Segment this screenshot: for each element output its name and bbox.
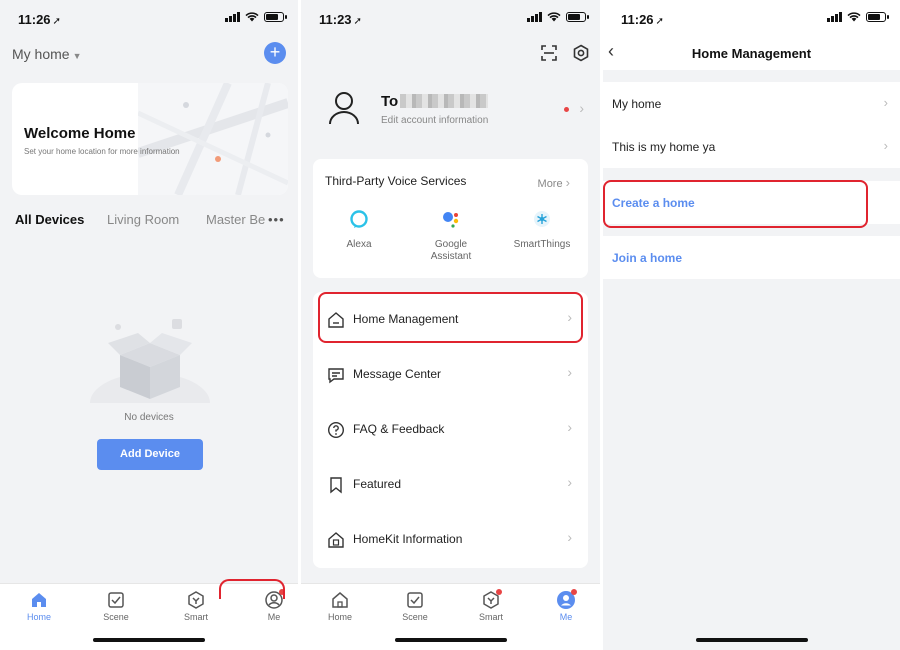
status-icons [527, 12, 589, 22]
navigation-bar: ‹ Home Management [603, 36, 900, 70]
home-icon [32, 593, 46, 607]
wifi-icon [847, 12, 861, 22]
tab-smart[interactable]: Smart [166, 590, 226, 622]
status-time: 11:26 ➚ [18, 12, 61, 27]
notification-dot [571, 589, 577, 595]
service-smartthings[interactable]: SmartThings [497, 209, 587, 251]
smartthings-icon [534, 211, 550, 227]
tab-scene[interactable]: Scene [86, 590, 146, 622]
add-plus-button[interactable]: + [264, 42, 286, 64]
voice-services-card: Third-Party Voice Services More › Alexa … [313, 159, 588, 278]
page-title: Home Management [691, 46, 812, 61]
empty-box-illustration [90, 319, 210, 403]
tab-home[interactable]: Home [9, 590, 69, 622]
status-icons [827, 12, 889, 22]
home-selector[interactable]: My home ▼ [12, 46, 82, 62]
service-alexa[interactable]: Alexa [314, 209, 404, 251]
welcome-title: Welcome Home [24, 125, 136, 142]
top-actions [540, 44, 590, 62]
join-home-section: Join a home [603, 236, 900, 279]
battery-icon [566, 12, 589, 22]
help-icon [327, 421, 345, 439]
map-illustration [138, 83, 288, 195]
tab-home[interactable]: Home [310, 590, 370, 622]
signal-icon [225, 12, 240, 22]
menu-faq-feedback[interactable]: FAQ & Feedback › [313, 402, 588, 457]
battery-icon [264, 12, 287, 22]
chevron-right-icon: › [567, 419, 572, 435]
status-icons [225, 12, 287, 22]
chevron-right-icon: › [567, 364, 572, 380]
tab-master-bedroom[interactable]: Master Be [206, 212, 265, 227]
scene-icon [407, 592, 423, 608]
status-bar: 11:23 ➚ [301, 0, 600, 38]
google-assistant-icon [443, 212, 459, 228]
voice-more-link[interactable]: More › [538, 175, 570, 190]
status-bar: 11:26 ➚ [0, 0, 298, 38]
wifi-icon [547, 12, 561, 22]
homes-list: My home › This is my home ya › [603, 82, 900, 168]
service-google-assistant[interactable]: Google Assistant [406, 209, 496, 263]
scan-icon[interactable] [540, 44, 558, 62]
status-bar: 11:26 ➚ [603, 0, 900, 38]
account-profile[interactable]: To Edit account information › [301, 72, 600, 152]
join-home-button[interactable]: Join a home [603, 236, 900, 279]
menu-homekit-information[interactable]: HomeKit Information › [313, 512, 588, 567]
avatar-icon [329, 92, 359, 125]
battery-icon [866, 12, 889, 22]
me-icon [556, 589, 577, 610]
tab-all-devices[interactable]: All Devices [15, 212, 84, 227]
settings-icon[interactable] [572, 44, 590, 62]
tab-me[interactable]: Me [536, 589, 596, 622]
menu-featured[interactable]: Featured › [313, 457, 588, 512]
welcome-card[interactable]: Welcome Home Set your home location for … [12, 83, 288, 195]
chevron-right-icon: › [567, 529, 572, 545]
home-screen: 11:26 ➚ My home ▼ + Welcome Home Set your … [0, 0, 298, 650]
signal-icon [527, 12, 542, 22]
home-item-my-home[interactable]: My home › [603, 82, 900, 125]
status-time: 11:26 ➚ [621, 12, 664, 27]
tab-smart[interactable]: Smart [461, 589, 521, 622]
account-name: To [381, 93, 489, 110]
home-item-second[interactable]: This is my home ya › [603, 125, 900, 168]
notification-dot [564, 107, 569, 112]
bottom-tab-bar: Home Scene Smart Me [301, 583, 600, 650]
empty-state-text: No devices [124, 412, 174, 423]
add-device-button[interactable]: Add Device [97, 439, 203, 470]
wifi-icon [245, 12, 259, 22]
home-management-screen: 11:26 ➚ ‹ Home Management My home › This … [603, 0, 900, 650]
smart-icon [481, 589, 502, 610]
voice-services-header: Third-Party Voice Services [325, 174, 467, 188]
home-icon [332, 592, 348, 608]
room-tabs: All Devices Living Room Master Be ••• [15, 212, 288, 232]
home-indicator [695, 638, 808, 642]
redacted-name [400, 94, 489, 108]
chevron-right-icon: › [883, 138, 888, 153]
bookmark-icon [330, 477, 342, 494]
chevron-right-icon: › [579, 100, 584, 116]
welcome-subtitle: Set your home location for more informat… [24, 147, 180, 156]
highlight-me-tab [219, 579, 285, 599]
edit-account-link: Edit account information [381, 115, 489, 126]
alexa-icon [350, 210, 368, 228]
signal-icon [827, 12, 842, 22]
highlight-home-management [318, 292, 583, 343]
smart-icon [188, 591, 204, 609]
menu-message-center[interactable]: Message Center › [313, 347, 588, 402]
message-icon [328, 368, 344, 384]
homekit-icon [328, 532, 344, 548]
notification-dot [496, 589, 502, 595]
scene-icon [108, 592, 124, 608]
home-indicator [394, 638, 507, 642]
caret-down-icon: ▼ [72, 51, 82, 61]
chevron-right-icon: › [567, 474, 572, 490]
tab-scene[interactable]: Scene [385, 590, 445, 622]
status-time: 11:23 ➚ [319, 12, 362, 27]
chevron-right-icon: › [883, 95, 888, 110]
highlight-create-home [603, 180, 868, 228]
home-indicator [93, 638, 205, 642]
tab-living-room[interactable]: Living Room [107, 212, 179, 227]
more-rooms-icon[interactable]: ••• [268, 212, 285, 227]
